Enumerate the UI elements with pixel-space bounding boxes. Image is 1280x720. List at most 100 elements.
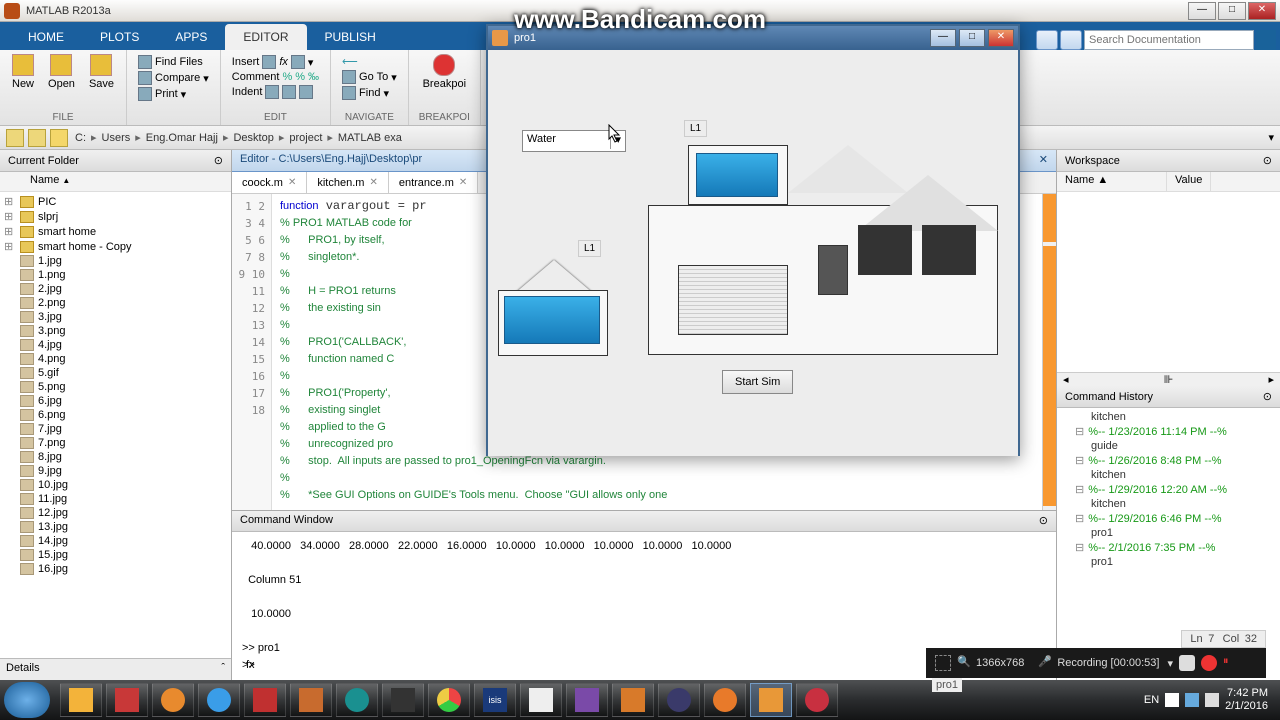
- crumb[interactable]: C:: [72, 132, 89, 144]
- history-item[interactable]: ⊟%-- 1/29/2016 12:20 AM --%: [1059, 482, 1278, 497]
- tab-editor[interactable]: EDITOR: [225, 24, 306, 50]
- file-item[interactable]: 3.png: [2, 324, 229, 338]
- tab-publish[interactable]: PUBLISH: [307, 24, 394, 50]
- tab-apps[interactable]: APPS: [157, 24, 225, 50]
- comment-button[interactable]: Comment % % ‰: [231, 70, 320, 84]
- rec-record-icon[interactable]: [1201, 655, 1217, 671]
- rec-crop-icon[interactable]: [935, 655, 951, 671]
- close-tab-icon[interactable]: ✕: [288, 177, 296, 188]
- lang-indicator[interactable]: EN: [1144, 694, 1159, 706]
- rec-camera-icon[interactable]: [1179, 655, 1195, 671]
- file-item[interactable]: 11.jpg: [2, 492, 229, 506]
- back-button[interactable]: ⟵: [341, 54, 398, 69]
- crumb[interactable]: Desktop: [230, 132, 276, 144]
- search-icon[interactable]: [1256, 30, 1276, 50]
- nav-back-icon[interactable]: [6, 129, 24, 147]
- history-item[interactable]: kitchen: [1059, 497, 1278, 511]
- matlab-taskbar-icon[interactable]: [290, 683, 332, 717]
- find-files-button[interactable]: Find Files: [137, 54, 210, 70]
- help-button[interactable]: [1060, 30, 1082, 50]
- tray-volume-icon[interactable]: [1205, 693, 1219, 707]
- file-item[interactable]: 10.jpg: [2, 478, 229, 492]
- file-item[interactable]: 14.jpg: [2, 534, 229, 548]
- save-button[interactable]: Save: [87, 52, 116, 92]
- file-item[interactable]: 7.png: [2, 436, 229, 450]
- file-item[interactable]: 15.jpg: [2, 548, 229, 562]
- close-tab-icon[interactable]: ✕: [369, 177, 377, 188]
- cmdhist-menu-icon[interactable]: ⊙: [1263, 390, 1272, 403]
- file-item[interactable]: 6.png: [2, 408, 229, 422]
- file-tree[interactable]: ⊞PIC⊞slprj⊞smart home⊞smart home - Copy 1…: [0, 192, 231, 658]
- workspace-area[interactable]: [1057, 192, 1280, 372]
- undo-button[interactable]: [1036, 30, 1058, 50]
- history-item[interactable]: ⊟%-- 1/23/2016 11:14 PM --%: [1059, 424, 1278, 439]
- file-item[interactable]: 2.jpg: [2, 282, 229, 296]
- ws-value-col[interactable]: Value: [1167, 172, 1211, 191]
- notes-icon[interactable]: [520, 683, 562, 717]
- fig-maximize-button[interactable]: □: [959, 29, 985, 47]
- app-icon-1[interactable]: [566, 683, 608, 717]
- rec-mic-icon[interactable]: 🎤: [1038, 655, 1054, 671]
- folder-item[interactable]: ⊞smart home: [2, 224, 229, 239]
- compare-button[interactable]: Compare ▾: [137, 70, 210, 86]
- file-item[interactable]: 5.gif: [2, 366, 229, 380]
- editor-close-icon[interactable]: ✕: [1039, 153, 1048, 168]
- file-item[interactable]: 2.png: [2, 296, 229, 310]
- arduino-icon[interactable]: [336, 683, 378, 717]
- indent-button[interactable]: Indent: [231, 84, 320, 100]
- file-tab[interactable]: coock.m ✕: [232, 172, 307, 193]
- start-button[interactable]: [4, 682, 50, 718]
- figure-taskbar-icon[interactable]: [750, 683, 792, 717]
- history-item[interactable]: pro1: [1059, 555, 1278, 569]
- water-dropdown[interactable]: Water▾: [522, 130, 626, 152]
- file-item[interactable]: 5.png: [2, 380, 229, 394]
- tray-flag-icon[interactable]: [1165, 693, 1179, 707]
- tab-home[interactable]: HOME: [10, 24, 82, 50]
- eclipse-icon[interactable]: [658, 683, 700, 717]
- rec-pause-icon[interactable]: ⏸: [1223, 655, 1239, 671]
- file-item[interactable]: 7.jpg: [2, 422, 229, 436]
- path-dropdown-icon[interactable]: ▾: [1268, 131, 1274, 144]
- minimize-button[interactable]: —: [1188, 2, 1216, 20]
- explorer-icon[interactable]: [60, 683, 102, 717]
- history-item[interactable]: ⊟%-- 1/26/2016 8:48 PM --%: [1059, 453, 1278, 468]
- cmd-menu-icon[interactable]: ⊙: [1039, 514, 1048, 528]
- folder-icon[interactable]: [50, 129, 68, 147]
- file-item[interactable]: 6.jpg: [2, 394, 229, 408]
- folder-item[interactable]: ⊞slprj: [2, 209, 229, 224]
- ws-name-col[interactable]: Name ▲: [1057, 172, 1167, 191]
- insert-button[interactable]: Insert fx ▾: [231, 54, 320, 70]
- isis-icon[interactable]: isis: [474, 683, 516, 717]
- print-button[interactable]: Print ▾: [137, 86, 210, 102]
- details-expand-icon[interactable]: ˆ: [221, 662, 225, 677]
- fig-minimize-button[interactable]: —: [930, 29, 956, 47]
- crumb[interactable]: project: [286, 132, 325, 144]
- rec-zoom-icon[interactable]: 🔍: [957, 655, 973, 671]
- file-tab[interactable]: kitchen.m ✕: [307, 172, 388, 193]
- find-button[interactable]: Find ▾: [341, 85, 398, 101]
- crumb[interactable]: MATLAB exa: [335, 132, 405, 144]
- figure-titlebar[interactable]: pro1 — □ ✕: [488, 26, 1018, 50]
- history-item[interactable]: pro1: [1059, 526, 1278, 540]
- file-item[interactable]: 3.jpg: [2, 310, 229, 324]
- video-editor-icon[interactable]: [382, 683, 424, 717]
- history-item[interactable]: guide: [1059, 439, 1278, 453]
- search-doc-input[interactable]: [1084, 30, 1254, 50]
- start-sim-button[interactable]: Start Sim: [722, 370, 793, 394]
- folder-item[interactable]: ⊞PIC: [2, 194, 229, 209]
- tray-network-icon[interactable]: [1185, 693, 1199, 707]
- clock[interactable]: 7:42 PM2/1/2016: [1225, 687, 1268, 713]
- crumb[interactable]: Eng.Omar Hajj: [143, 132, 221, 144]
- maximize-button[interactable]: □: [1218, 2, 1246, 20]
- history-item[interactable]: ⊟%-- 1/29/2016 6:46 PM --%: [1059, 511, 1278, 526]
- folder-item[interactable]: ⊞smart home - Copy: [2, 239, 229, 254]
- close-button[interactable]: ✕: [1248, 2, 1276, 20]
- file-item[interactable]: 13.jpg: [2, 520, 229, 534]
- firefox-icon[interactable]: [704, 683, 746, 717]
- workspace-menu-icon[interactable]: ⊙: [1263, 154, 1272, 167]
- breakpoints-button[interactable]: Breakpoi: [419, 52, 470, 92]
- history-item[interactable]: kitchen: [1059, 468, 1278, 482]
- panel-menu-icon[interactable]: ⊙: [214, 154, 223, 167]
- history-item[interactable]: ⊟%-- 2/1/2016 7:35 PM --%: [1059, 540, 1278, 555]
- file-item[interactable]: 1.png: [2, 268, 229, 282]
